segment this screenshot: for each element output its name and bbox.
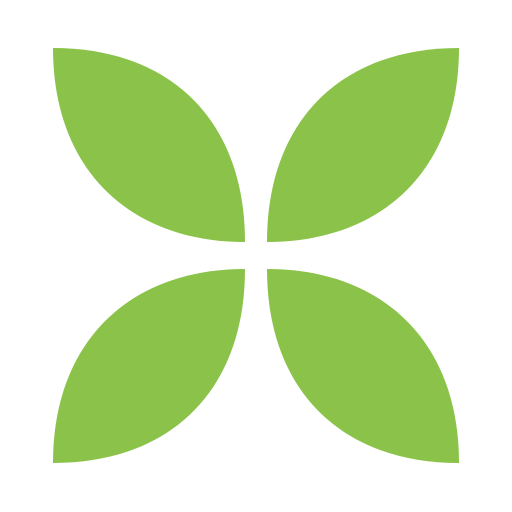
four-leaf-logo-icon — [53, 48, 459, 463]
leaf-top-left — [53, 48, 245, 242]
leaf-top-right — [267, 48, 459, 242]
leaf-bottom-right — [267, 269, 459, 463]
leaf-bottom-left — [53, 269, 245, 463]
app-icon-canvas — [0, 0, 512, 512]
